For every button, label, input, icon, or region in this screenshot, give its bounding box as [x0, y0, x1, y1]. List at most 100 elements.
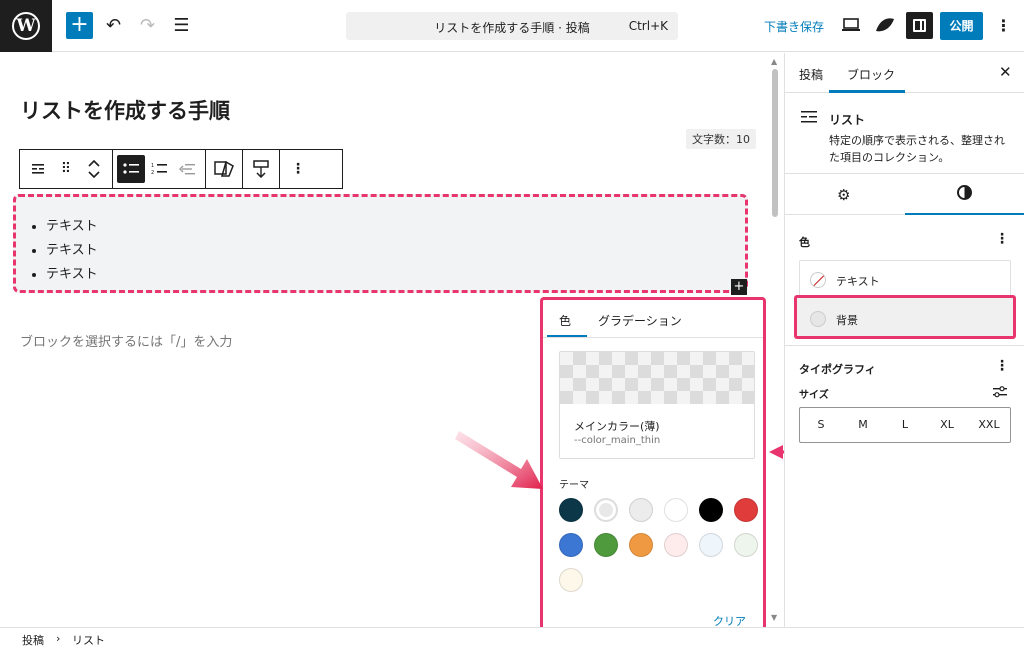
preview-desktop-icon[interactable]: [842, 17, 860, 33]
color-swatch[interactable]: [664, 533, 688, 557]
list-item[interactable]: テキスト: [46, 263, 745, 287]
settings-sidebar-toggle[interactable]: [906, 12, 933, 39]
command-palette-bar[interactable]: リストを作成する手順 · 投稿 Ctrl+K: [346, 12, 678, 40]
color-swatch[interactable]: [559, 498, 583, 522]
list-block-icon[interactable]: [24, 155, 52, 183]
color-picker-popover: 色 グラデーション メインカラー(薄) --color_main_thin テー…: [540, 297, 766, 643]
scroll-up-icon[interactable]: ▲: [771, 57, 777, 66]
block-breadcrumb: 投稿 › リスト: [0, 627, 1024, 649]
tab-gradient[interactable]: グラデーション: [598, 312, 682, 329]
size-option-m[interactable]: M: [842, 408, 884, 442]
size-option-s[interactable]: S: [800, 408, 842, 442]
move-up-down-icon[interactable]: [80, 155, 108, 183]
block-description: 特定の順序で表示される、整理された項目のコレクション。: [829, 134, 1005, 164]
color-swatch[interactable]: [559, 568, 583, 592]
gear-icon[interactable]: ⚙: [837, 186, 850, 204]
background-color-label: 背景: [836, 314, 858, 327]
typography-options-icon[interactable]: ⋮: [995, 358, 1009, 374]
settings-sidebar: 投稿 ブロック ✕ リスト 特定の順序で表示される、整理された項目のコレクション…: [784, 53, 1024, 627]
vertical-align-icon[interactable]: [247, 155, 275, 183]
size-option-xxl[interactable]: XXL: [968, 408, 1010, 442]
divider: [785, 345, 1024, 346]
close-icon[interactable]: ✕: [999, 63, 1012, 81]
list-item[interactable]: テキスト: [46, 239, 745, 263]
undo-icon[interactable]: ↶: [100, 12, 127, 39]
breadcrumb-separator: ›: [56, 632, 61, 645]
unordered-list-icon[interactable]: [117, 155, 145, 183]
color-swatch[interactable]: [629, 533, 653, 557]
breadcrumb-post[interactable]: 投稿: [22, 632, 44, 648]
size-option-l[interactable]: L: [884, 408, 926, 442]
options-icon[interactable]: ⋮: [990, 12, 1017, 39]
wordpress-logo[interactable]: W: [0, 0, 52, 52]
color-popover-tabs: 色 グラデーション: [543, 300, 763, 338]
sidebar-tabs: 投稿 ブロック ✕: [785, 53, 1024, 93]
styles-contrast-icon[interactable]: [957, 185, 972, 200]
tab-block[interactable]: ブロック: [847, 66, 895, 83]
document-overview-icon[interactable]: ☰: [168, 12, 195, 39]
default-block-appender[interactable]: ブロックを選択するには「/」を入力: [20, 331, 232, 350]
text-color-item[interactable]: テキスト: [800, 261, 1010, 299]
outdent-icon[interactable]: [173, 155, 201, 183]
inline-inserter-icon[interactable]: +: [731, 279, 747, 295]
color-swatch[interactable]: [594, 498, 618, 522]
size-option-xl[interactable]: XL: [926, 408, 968, 442]
svg-text:1: 1: [151, 163, 154, 169]
color-style-icon[interactable]: [210, 155, 238, 183]
block-card: リスト 特定の順序で表示される、整理された項目のコレクション。: [785, 94, 1024, 174]
no-color-icon: [810, 272, 826, 288]
ordered-list-icon[interactable]: 12: [145, 155, 173, 183]
list-block[interactable]: テキスト テキスト テキスト: [13, 194, 748, 293]
selected-color-variable: --color_main_thin: [574, 435, 661, 446]
active-tab-indicator: [547, 335, 587, 337]
color-swatch[interactable]: [559, 533, 583, 557]
post-title[interactable]: リストを作成する手順: [20, 95, 230, 125]
tab-solid-color[interactable]: 色: [559, 312, 571, 329]
wordpress-icon: W: [12, 12, 40, 40]
scroll-down-icon[interactable]: ▼: [771, 613, 777, 622]
list-style-group: 12: [113, 150, 206, 188]
drag-handle-icon[interactable]: ⠿: [52, 155, 80, 183]
block-options-icon[interactable]: ⋮: [284, 155, 312, 183]
command-shortcut: Ctrl+K: [628, 19, 668, 33]
color-section-title: 色: [799, 236, 810, 249]
style-book-icon[interactable]: [874, 15, 896, 35]
color-indicator-icon: [810, 311, 826, 327]
background-color-item[interactable]: 背景: [794, 295, 1016, 339]
publish-button[interactable]: 公開: [940, 12, 983, 40]
list: テキスト テキスト テキスト: [16, 197, 745, 287]
color-swatch[interactable]: [594, 533, 618, 557]
color-swatch[interactable]: [699, 533, 723, 557]
custom-size-icon[interactable]: [993, 386, 1007, 398]
typography-section-title: タイポグラフィ: [799, 363, 876, 376]
block-inserter-button[interactable]: +: [66, 12, 93, 39]
color-swatch[interactable]: [734, 533, 758, 557]
color-settings-list: テキスト 背景: [794, 260, 1016, 339]
block-inspector-tabs: ⚙: [785, 175, 1024, 215]
selected-color-name: メインカラー(薄): [574, 420, 660, 433]
color-swatch[interactable]: [699, 498, 723, 522]
save-draft-button[interactable]: 下書き保存: [764, 18, 824, 35]
scrollbar-thumb[interactable]: [772, 69, 778, 217]
active-tab-indicator: [905, 213, 1024, 215]
color-swatch[interactable]: [664, 498, 688, 522]
active-tab-indicator: [829, 90, 905, 93]
svg-text:2: 2: [151, 170, 154, 176]
breadcrumb-list[interactable]: リスト: [72, 632, 105, 648]
list-item[interactable]: テキスト: [46, 215, 745, 239]
block-options-group: ⋮: [280, 150, 316, 188]
word-count-badge: 文字数：10: [686, 129, 756, 149]
tab-post[interactable]: 投稿: [799, 66, 823, 83]
color-options-icon[interactable]: ⋮: [995, 231, 1009, 247]
text-color-label: テキスト: [836, 275, 880, 288]
transparent-checkerboard: [560, 352, 754, 404]
theme-palette-label: テーマ: [559, 480, 589, 491]
redo-icon[interactable]: ↷: [134, 12, 161, 39]
font-size-label: サイズ: [799, 390, 829, 401]
color-swatch[interactable]: [734, 498, 758, 522]
block-layout-group: [243, 150, 280, 188]
block-transform-group: ⠿: [20, 150, 113, 188]
color-swatch[interactable]: [629, 498, 653, 522]
editor-header: W + ↶ ↷ ☰ リストを作成する手順 · 投稿 Ctrl+K 下書き保存 公…: [0, 0, 1024, 52]
selected-color-preview[interactable]: メインカラー(薄) --color_main_thin: [559, 351, 755, 459]
